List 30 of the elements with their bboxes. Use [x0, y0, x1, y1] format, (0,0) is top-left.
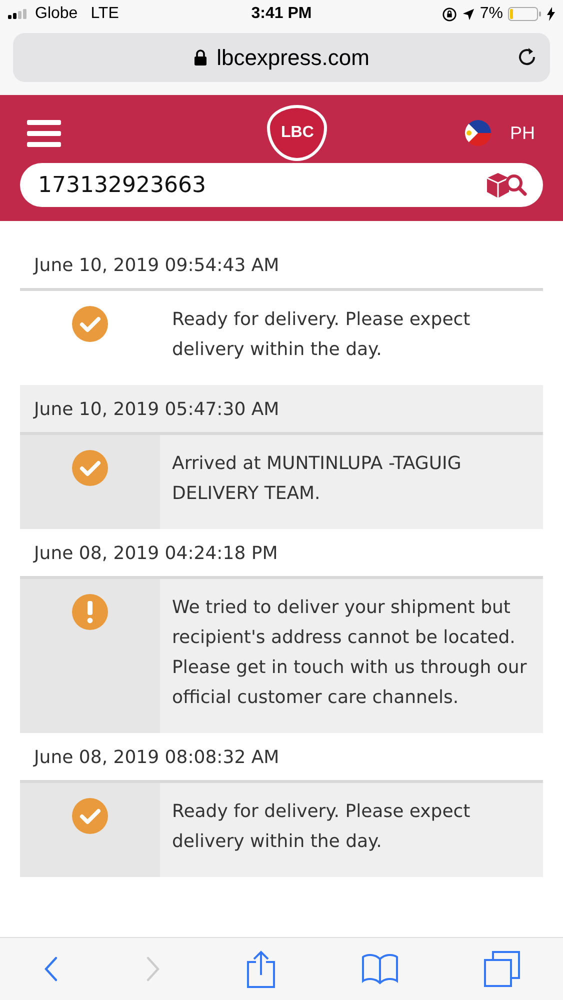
- event-message: Arrived at MUNTINLUPA -TAGUIG DELIVERY TEAM.: [172, 452, 462, 506]
- rotation-lock-icon: [442, 6, 457, 22]
- clock-time: 3:41 PM: [251, 5, 312, 23]
- carrier-name: Globe: [35, 5, 78, 23]
- event-message: Ready for delivery. Please expect delivery within the day.: [172, 308, 472, 362]
- flag-icon[interactable]: [464, 119, 492, 147]
- reload-icon[interactable]: [516, 46, 538, 68]
- battery-percent: 7%: [480, 5, 503, 23]
- event-message: We tried to deliver your shipment but recipient's address cannot be located. Please get in touch with us through our official customer care channels.: [172, 596, 528, 710]
- location-arrow-icon: [462, 8, 475, 20]
- event-datetime: June 08, 2019 04:24:18 PM: [34, 543, 278, 564]
- back-icon[interactable]: [43, 956, 60, 982]
- logo[interactable]: LBC: [267, 105, 328, 161]
- package-search-icon[interactable]: [485, 171, 527, 199]
- battery-icon: [508, 7, 542, 21]
- event-datetime: June 10, 2019 09:54:43 AM: [34, 255, 280, 276]
- event-message: Ready for delivery. Please expect delivery within the day.: [172, 800, 472, 854]
- tracking-number-field[interactable]: 173132923663: [20, 163, 543, 207]
- url-text: lbcexpress.com: [216, 44, 370, 70]
- country-code[interactable]: PH: [510, 122, 535, 144]
- event-datetime: June 08, 2019 08:08:32 AM: [34, 747, 280, 768]
- tabs-icon[interactable]: [484, 951, 520, 987]
- event-datetime: June 10, 2019 05:47:30 AM: [34, 399, 280, 420]
- menu-icon[interactable]: [27, 120, 61, 146]
- bookmarks-icon[interactable]: [362, 953, 398, 985]
- network-type: LTE: [90, 5, 119, 23]
- lock-icon: [194, 49, 207, 66]
- charging-bolt-icon: [547, 7, 555, 21]
- share-icon[interactable]: [247, 950, 276, 988]
- address-bar[interactable]: lbcexpress.com: [13, 33, 550, 82]
